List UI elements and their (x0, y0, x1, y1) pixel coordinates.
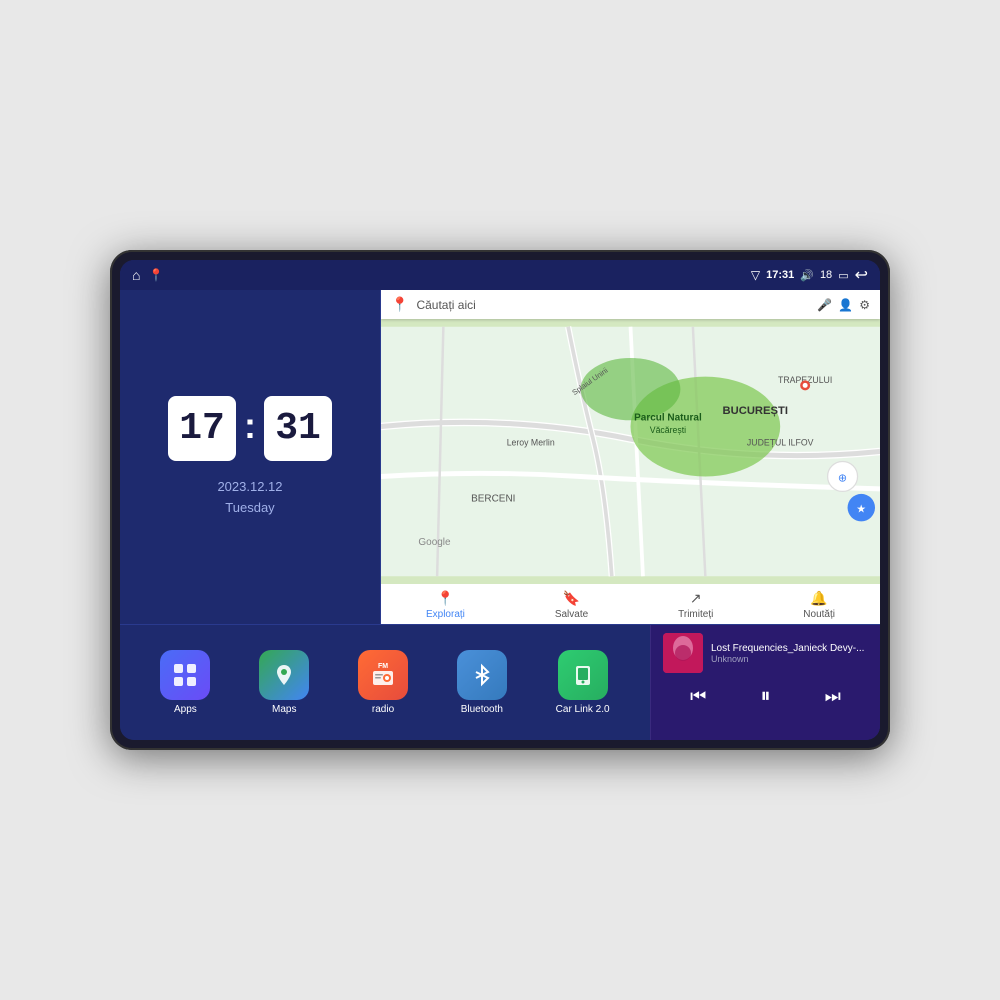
clock-display: 17 : 31 (168, 396, 332, 461)
status-left: ⌂ 📍 (132, 267, 163, 283)
clock-colon: : (244, 405, 256, 447)
app-item-carlink[interactable]: Car Link 2.0 (556, 650, 610, 715)
play-pause-button[interactable]: ⏸ (752, 681, 778, 712)
explore-label: Explorați (426, 609, 465, 620)
prev-button[interactable]: ⏮ (682, 682, 714, 711)
news-icon: 🔔 (810, 590, 827, 607)
app-item-radio[interactable]: FM radio (358, 650, 408, 715)
radio-label: radio (372, 704, 394, 715)
clock-date: 2023.12.12 Tuesday (217, 477, 282, 519)
account-icon[interactable]: 👤 (838, 298, 853, 312)
map-panel[interactable]: 📍 Căutați aici 🎤 👤 ⚙ (381, 290, 880, 624)
status-time: 17:31 (766, 269, 794, 281)
saved-label: Salvate (555, 609, 588, 620)
apps-label: Apps (174, 704, 197, 715)
app-item-maps[interactable]: Maps (259, 650, 309, 715)
main-content: 17 : 31 2023.12.12 Tuesday 📍 Căuta (120, 290, 880, 740)
map-header: 📍 Căutați aici 🎤 👤 ⚙ (381, 290, 880, 319)
carlink-icon (558, 650, 608, 700)
status-bar: ⌂ 📍 ▽ 17:31 🔊 18 ▭ ↩ (120, 260, 880, 290)
music-thumbnail (663, 633, 703, 673)
status-right: ▽ 17:31 🔊 18 ▭ ↩ (751, 265, 868, 285)
maps-nav-icon[interactable]: 📍 (148, 268, 163, 282)
svg-text:FM: FM (378, 663, 388, 670)
saved-icon: 🔖 (563, 590, 580, 607)
map-footer-share[interactable]: ↗ Trimiteți (678, 590, 713, 620)
clock-minute: 31 (264, 396, 332, 461)
share-icon: ↗ (690, 590, 702, 607)
next-button[interactable]: ⏭ (817, 682, 849, 711)
map-footer-saved[interactable]: 🔖 Salvate (555, 590, 588, 620)
radio-icon: FM (358, 650, 408, 700)
music-text: Lost Frequencies_Janieck Devy-... Unknow… (711, 643, 868, 664)
music-title: Lost Frequencies_Janieck Devy-... (711, 643, 868, 654)
app-item-apps[interactable]: Apps (160, 650, 210, 715)
battery-icon: ▭ (838, 269, 848, 282)
map-footer-explore[interactable]: 📍 Explorați (426, 590, 465, 620)
svg-text:Văcărești: Văcărești (650, 425, 686, 435)
news-label: Noutăți (803, 609, 835, 620)
battery-level: 18 (820, 269, 832, 281)
explore-icon: 📍 (437, 590, 454, 607)
top-section: 17 : 31 2023.12.12 Tuesday 📍 Căuta (120, 290, 880, 624)
map-pin-icon: 📍 (391, 296, 408, 313)
map-footer-news[interactable]: 🔔 Noutăți (803, 590, 835, 620)
svg-text:BUCUREȘTI: BUCUREȘTI (723, 405, 788, 417)
svg-text:BERCENI: BERCENI (471, 493, 515, 504)
signal-icon: ▽ (751, 268, 760, 282)
map-footer: 📍 Explorați 🔖 Salvate ↗ Trimiteți 🔔 (381, 584, 880, 624)
car-head-unit: ⌂ 📍 ▽ 17:31 🔊 18 ▭ ↩ 17 : (110, 250, 890, 750)
svg-text:Google: Google (418, 537, 451, 548)
app-item-bluetooth[interactable]: Bluetooth (457, 650, 507, 715)
svg-text:JUDEȚUL ILFOV: JUDEȚUL ILFOV (747, 437, 814, 447)
music-info: Lost Frequencies_Janieck Devy-... Unknow… (663, 633, 868, 673)
back-icon[interactable]: ↩ (855, 265, 868, 285)
bluetooth-label: Bluetooth (461, 704, 503, 715)
svg-text:Parcul Natural: Parcul Natural (634, 412, 702, 423)
music-artist: Unknown (711, 654, 868, 664)
maps-icon (259, 650, 309, 700)
bottom-section: Apps Maps (120, 625, 880, 740)
svg-text:★: ★ (856, 504, 866, 516)
clock-hour: 17 (168, 396, 236, 461)
share-label: Trimiteți (678, 609, 713, 620)
maps-label: Maps (272, 704, 296, 715)
svg-text:⊕: ⊕ (838, 472, 847, 484)
map-body[interactable]: Parcul Natural Văcărești Leroy Merlin BU… (381, 319, 880, 584)
clock-panel: 17 : 31 2023.12.12 Tuesday (120, 290, 380, 624)
carlink-label: Car Link 2.0 (556, 704, 610, 715)
svg-text:Leroy Merlin: Leroy Merlin (507, 437, 555, 447)
home-icon[interactable]: ⌂ (132, 267, 140, 283)
apps-icon (160, 650, 210, 700)
music-controls: ⏮ ⏸ ⏭ (663, 681, 868, 712)
bluetooth-icon (457, 650, 507, 700)
music-player: Lost Frequencies_Janieck Devy-... Unknow… (650, 625, 880, 740)
device-screen: ⌂ 📍 ▽ 17:31 🔊 18 ▭ ↩ 17 : (120, 260, 880, 740)
apps-row: Apps Maps (120, 625, 650, 740)
settings-map-icon[interactable]: ⚙ (859, 298, 870, 312)
map-header-icons: 🎤 👤 ⚙ (817, 298, 870, 312)
map-search-input[interactable]: Căutați aici (416, 298, 809, 312)
volume-icon: 🔊 (800, 269, 814, 282)
mic-icon[interactable]: 🎤 (817, 298, 832, 312)
